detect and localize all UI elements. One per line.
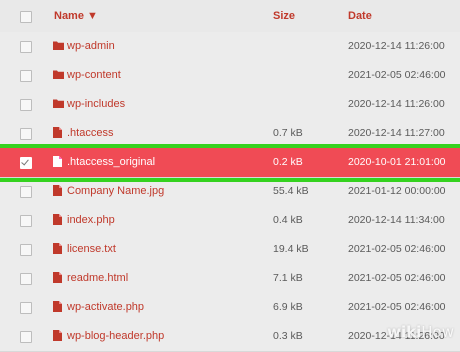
file-icon (53, 301, 62, 312)
file-row[interactable]: .htaccess 0.7 kB 2020-12-14 11:27:00 (0, 119, 460, 149)
file-row-selected[interactable]: .htaccess_original 0.2 kB 2020-10-01 21:… (0, 148, 460, 178)
file-row[interactable]: wp-includes 2020-12-14 11:26:00 (0, 90, 460, 120)
row-checkbox[interactable] (20, 70, 32, 82)
file-date: 2020-12-14 11:27:00 (348, 127, 445, 139)
file-row[interactable]: index.php 0.4 kB 2020-12-14 11:34:00 (0, 206, 460, 236)
file-size: 0.4 kB (273, 214, 303, 226)
checkmark-icon (21, 157, 29, 166)
file-row[interactable]: Company Name.jpg 55.4 kB 2021-01-12 00:0… (0, 177, 460, 207)
folder-icon (53, 99, 64, 108)
file-date: 2021-02-05 02:46:00 (348, 301, 446, 313)
file-name[interactable]: wp-admin (67, 40, 115, 52)
file-name[interactable]: readme.html (67, 272, 128, 284)
file-size: 6.9 kB (273, 301, 303, 313)
file-row[interactable]: wp-content 2021-02-05 02:46:00 (0, 61, 460, 91)
row-checkbox[interactable] (20, 128, 32, 140)
row-checkbox[interactable] (20, 99, 32, 111)
file-icon (53, 243, 62, 254)
file-row[interactable]: wp-admin 2020-12-14 11:26:00 (0, 32, 460, 62)
row-checkbox[interactable] (20, 41, 32, 53)
file-size: 55.4 kB (273, 185, 309, 197)
row-checkbox[interactable] (20, 244, 32, 256)
row-checkbox[interactable] (20, 302, 32, 314)
file-icon (53, 214, 62, 225)
row-checkbox-checked[interactable] (20, 157, 32, 169)
watermark-light: How (421, 323, 454, 341)
file-name[interactable]: wp-activate.php (67, 301, 144, 313)
file-icon (53, 185, 62, 196)
wikihow-watermark: wikiHow (387, 323, 454, 341)
file-row[interactable]: license.txt 19.4 kB 2021-02-05 02:46:00 (0, 235, 460, 265)
column-header-date[interactable]: Date (348, 10, 372, 22)
watermark-bold: wiki (387, 323, 422, 341)
file-date: 2020-12-14 11:34:00 (348, 214, 445, 226)
file-icon (53, 156, 62, 167)
file-date: 2021-02-05 02:46:00 (348, 243, 446, 255)
file-row[interactable]: readme.html 7.1 kB 2021-02-05 02:46:00 (0, 264, 460, 294)
file-date: 2020-12-14 11:26:00 (348, 40, 445, 52)
file-icon (53, 330, 62, 341)
file-date: 2020-12-14 11:26:00 (348, 98, 445, 110)
folder-icon (53, 41, 64, 50)
file-name[interactable]: wp-blog-header.php (67, 330, 164, 342)
file-date: 2021-02-05 02:46:00 (348, 69, 446, 81)
file-size: 0.2 kB (273, 156, 303, 168)
file-name[interactable]: license.txt (67, 243, 116, 255)
file-name[interactable]: Company Name.jpg (67, 185, 164, 197)
file-row[interactable]: wp-activate.php 6.9 kB 2021-02-05 02:46:… (0, 293, 460, 323)
file-icon (53, 272, 62, 283)
file-name[interactable]: .htaccess (67, 127, 113, 139)
row-checkbox[interactable] (20, 273, 32, 285)
file-size: 19.4 kB (273, 243, 309, 255)
row-checkbox[interactable] (20, 331, 32, 343)
row-checkbox[interactable] (20, 186, 32, 198)
file-size: 0.3 kB (273, 330, 303, 342)
row-checkbox[interactable] (20, 215, 32, 227)
file-date: 2021-02-05 02:46:00 (348, 272, 446, 284)
file-icon (53, 127, 62, 138)
file-list-header: Name ▼ Size Date (0, 0, 460, 33)
file-size: 7.1 kB (273, 272, 303, 284)
select-all-checkbox[interactable] (20, 11, 32, 23)
column-header-size[interactable]: Size (273, 10, 295, 22)
file-size: 0.7 kB (273, 127, 303, 139)
file-name[interactable]: wp-content (67, 69, 121, 81)
folder-icon (53, 70, 64, 79)
file-name[interactable]: wp-includes (67, 98, 125, 110)
column-header-name[interactable]: Name ▼ (54, 10, 98, 22)
file-name[interactable]: index.php (67, 214, 115, 226)
file-date: 2020-10-01 21:01:00 (348, 156, 446, 168)
file-date: 2021-01-12 00:00:00 (348, 185, 446, 197)
file-name[interactable]: .htaccess_original (67, 156, 155, 168)
